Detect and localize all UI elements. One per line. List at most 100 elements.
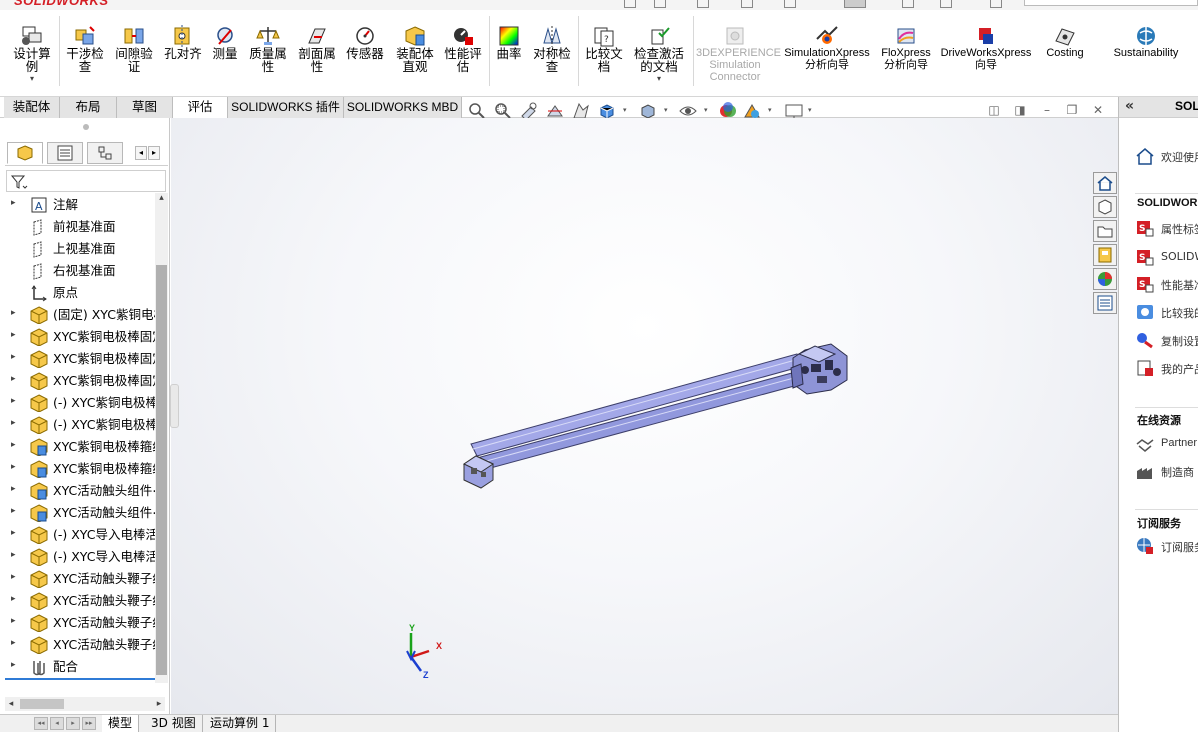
expand-arrow-icon[interactable]: ▸ bbox=[11, 374, 16, 384]
scrollbar-thumb[interactable] bbox=[20, 699, 64, 709]
minimize-icon[interactable]: – bbox=[1040, 103, 1054, 117]
tree-rollback-bar[interactable] bbox=[5, 678, 155, 680]
tree-item[interactable]: ▸ (-) XYC导入电棒活 bbox=[5, 524, 155, 546]
tree-item[interactable]: 前视基准面 bbox=[5, 216, 155, 238]
tree-item[interactable]: ▸ XYC活动触头组件< bbox=[5, 480, 155, 502]
tree-item[interactable]: ▸ XYC活动触头鞭子组 bbox=[5, 612, 155, 634]
sustainability-button[interactable]: Sustainability bbox=[1106, 10, 1186, 97]
tab-motion-study[interactable]: 运动算例 1 bbox=[204, 715, 277, 732]
expand-arrow-icon[interactable]: ▸ bbox=[11, 572, 16, 582]
collapse-icon[interactable]: « bbox=[1125, 98, 1134, 114]
quick-access-button[interactable] bbox=[697, 0, 709, 8]
measure-button[interactable]: 测量 bbox=[207, 10, 243, 97]
close-icon[interactable]: ✕ bbox=[1091, 103, 1105, 117]
scroll-up-icon[interactable]: ▴ bbox=[155, 193, 168, 205]
tree-item[interactable]: 上视基准面 bbox=[5, 238, 155, 260]
tree-item[interactable]: ▸ XYC紫铜电极棒箍组 bbox=[5, 458, 155, 480]
tree-vertical-scrollbar[interactable]: ▴ bbox=[155, 193, 168, 683]
expand-arrow-icon[interactable]: ▸ bbox=[11, 418, 16, 428]
expand-arrow-icon[interactable]: ▸ bbox=[11, 484, 16, 494]
section-properties-button[interactable]: 剖面属性 bbox=[294, 10, 340, 97]
pane-grip[interactable] bbox=[83, 124, 89, 130]
tree-item[interactable]: ▸ XYC活动触头组件< bbox=[5, 502, 155, 524]
resources-tab[interactable] bbox=[1093, 196, 1117, 218]
costing-button[interactable]: Costing bbox=[1040, 10, 1090, 97]
scrollbar-thumb[interactable] bbox=[156, 265, 167, 675]
curvature-button[interactable]: 曲率 bbox=[492, 10, 526, 97]
tree-item[interactable]: ▸ A 注解 bbox=[5, 194, 155, 216]
hide-show-dropdown-icon[interactable]: ▾ bbox=[704, 106, 708, 114]
tab-sketch[interactable]: 草图 bbox=[117, 97, 173, 118]
check-active-document-button[interactable]: 检查激活的文档 ▾ bbox=[629, 10, 689, 97]
sensor-button[interactable]: 传感器 bbox=[342, 10, 388, 97]
expand-arrow-icon[interactable]: ▸ bbox=[11, 198, 16, 208]
home-tab[interactable] bbox=[1093, 172, 1117, 194]
scroll-right-icon[interactable]: ▸ bbox=[148, 146, 160, 160]
welcome-link[interactable]: 欢迎使用 bbox=[1135, 146, 1198, 166]
tree-filter[interactable] bbox=[6, 170, 166, 192]
expand-arrow-icon[interactable]: ▸ bbox=[11, 528, 16, 538]
clearance-verification-button[interactable]: 间隙验证 bbox=[111, 10, 157, 97]
tree-horizontal-scrollbar[interactable]: ◂ ▸ bbox=[5, 697, 165, 711]
tree-item[interactable]: ▸ XYC紫铜电极棒固定 bbox=[5, 348, 155, 370]
quick-access-button[interactable] bbox=[902, 0, 914, 8]
design-study-button[interactable]: 设计算例 ▾ bbox=[8, 10, 56, 97]
design-library-tab[interactable] bbox=[1093, 220, 1117, 242]
previous-tab-icon[interactable]: ◂ bbox=[50, 717, 64, 730]
tab-assembly[interactable]: 装配体 bbox=[4, 97, 60, 118]
expand-arrow-icon[interactable]: ▸ bbox=[11, 352, 16, 362]
display-style-dropdown-icon[interactable]: ▾ bbox=[664, 106, 668, 114]
graphics-area[interactable]: Y X Z bbox=[171, 118, 1118, 714]
expand-arrow-icon[interactable]: ▸ bbox=[11, 594, 16, 604]
subscription-link[interactable]: 订阅服务 bbox=[1135, 536, 1198, 556]
last-tab-icon[interactable]: ▸▸ bbox=[82, 717, 96, 730]
apply-scene-dropdown-icon[interactable]: ▾ bbox=[768, 106, 772, 114]
expand-arrow-icon[interactable]: ▸ bbox=[11, 330, 16, 340]
symmetry-check-button[interactable]: 对称检查 bbox=[529, 10, 575, 97]
hole-alignment-button[interactable]: 孔对齐 bbox=[160, 10, 206, 97]
simulation-connector-button[interactable]: 3DEXPERIENCE Simulation Connector bbox=[696, 10, 781, 97]
tree-item[interactable]: ▸ (-) XYC紫铜电极棒 bbox=[5, 392, 155, 414]
tree-item[interactable]: ▸ XYC紫铜电极棒固定 bbox=[5, 326, 155, 348]
dropdown-caret-icon[interactable]: ▾ bbox=[657, 75, 661, 83]
file-explorer-tab[interactable] bbox=[1093, 244, 1117, 266]
driveworksxpress-button[interactable]: DriveWorksXpress 向导 bbox=[938, 10, 1034, 97]
tree-item[interactable]: ▸ XYC紫铜电极棒固定 bbox=[5, 370, 155, 392]
online-link[interactable]: 制造商 bbox=[1135, 461, 1198, 481]
tool-link[interactable]: 比较我的 bbox=[1135, 302, 1198, 322]
floxpress-button[interactable]: FloXpress 分析向导 bbox=[878, 10, 934, 97]
expand-arrow-icon[interactable]: ▸ bbox=[11, 616, 16, 626]
restore-right-icon[interactable]: ◨ bbox=[1013, 103, 1027, 117]
simulationxpress-button[interactable]: SimulationXpress 分析向导 bbox=[780, 10, 874, 97]
expand-arrow-icon[interactable]: ▸ bbox=[11, 308, 16, 318]
online-link[interactable]: Partner bbox=[1135, 434, 1198, 454]
tab-evaluate[interactable]: 评估 bbox=[173, 97, 228, 118]
tool-link[interactable]: 复制设置 bbox=[1135, 330, 1198, 350]
appearances-tab[interactable] bbox=[1093, 268, 1117, 290]
expand-arrow-icon[interactable]: ▸ bbox=[11, 440, 16, 450]
restore-icon[interactable]: ❐ bbox=[1065, 103, 1079, 117]
tree-item[interactable]: ▸ 配合 bbox=[5, 656, 155, 678]
tool-link[interactable]: S 性能基准 bbox=[1135, 274, 1198, 294]
tool-link[interactable]: 我的产品 bbox=[1135, 358, 1198, 378]
tab-layout[interactable]: 布局 bbox=[60, 97, 117, 118]
quick-access-button[interactable] bbox=[624, 0, 636, 8]
assembly-model[interactable] bbox=[171, 118, 1118, 714]
tab-model[interactable]: 模型 bbox=[102, 715, 140, 732]
tree-item[interactable]: ▸ XYC紫铜电极棒箍组 bbox=[5, 436, 155, 458]
quick-access-button[interactable] bbox=[844, 0, 866, 8]
quick-access-button[interactable] bbox=[741, 0, 753, 8]
expand-arrow-icon[interactable]: ▸ bbox=[11, 550, 16, 560]
tab-solidworks-addins[interactable]: SOLIDWORKS 插件 bbox=[228, 97, 344, 118]
tree-item[interactable]: ▸ (固定) XYC紫铜电极 bbox=[5, 304, 155, 326]
quick-access-button[interactable] bbox=[654, 0, 666, 8]
tree-item[interactable]: ▸ (-) XYC紫铜电极棒 bbox=[5, 414, 155, 436]
quick-access-button[interactable] bbox=[940, 0, 952, 8]
tab-3d-view[interactable]: 3D 视图 bbox=[145, 715, 203, 732]
expand-arrow-icon[interactable]: ▸ bbox=[11, 660, 16, 670]
tree-item[interactable]: ▸ XYC活动触头鞭子组 bbox=[5, 590, 155, 612]
configuration-manager-tab[interactable] bbox=[87, 142, 123, 164]
expand-arrow-icon[interactable]: ▸ bbox=[11, 638, 16, 648]
tree-item[interactable]: ▸ XYC活动触头鞭子组 bbox=[5, 568, 155, 590]
compare-documents-button[interactable]: ? 比较文档 bbox=[582, 10, 626, 97]
